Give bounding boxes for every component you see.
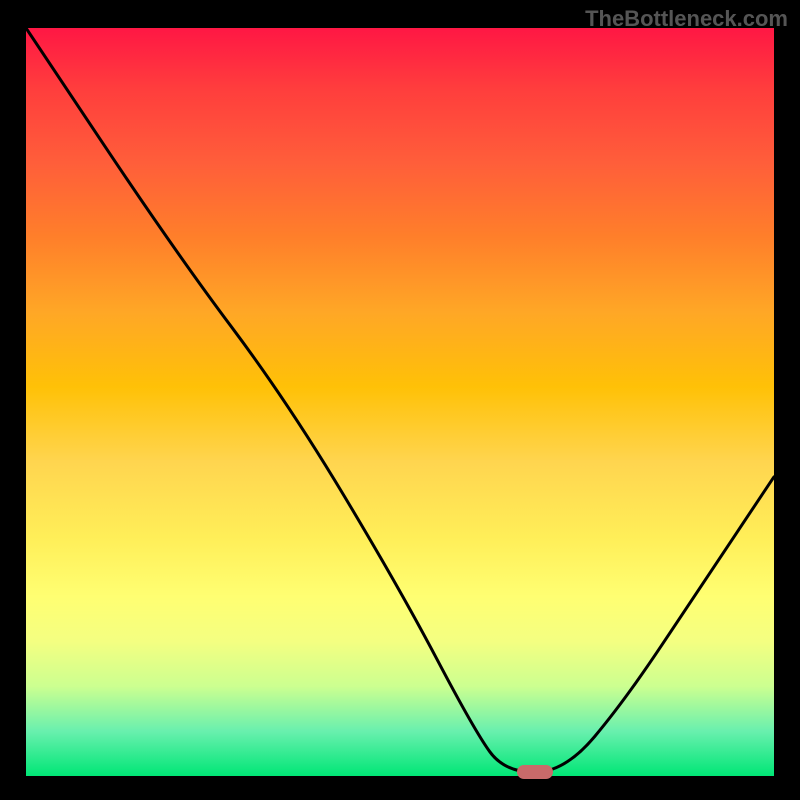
chart-plot-area: [26, 28, 774, 776]
chart-curve-svg: [26, 28, 774, 776]
watermark-text: TheBottleneck.com: [585, 6, 788, 32]
bottleneck-curve: [26, 28, 774, 772]
optimal-marker: [517, 765, 553, 779]
